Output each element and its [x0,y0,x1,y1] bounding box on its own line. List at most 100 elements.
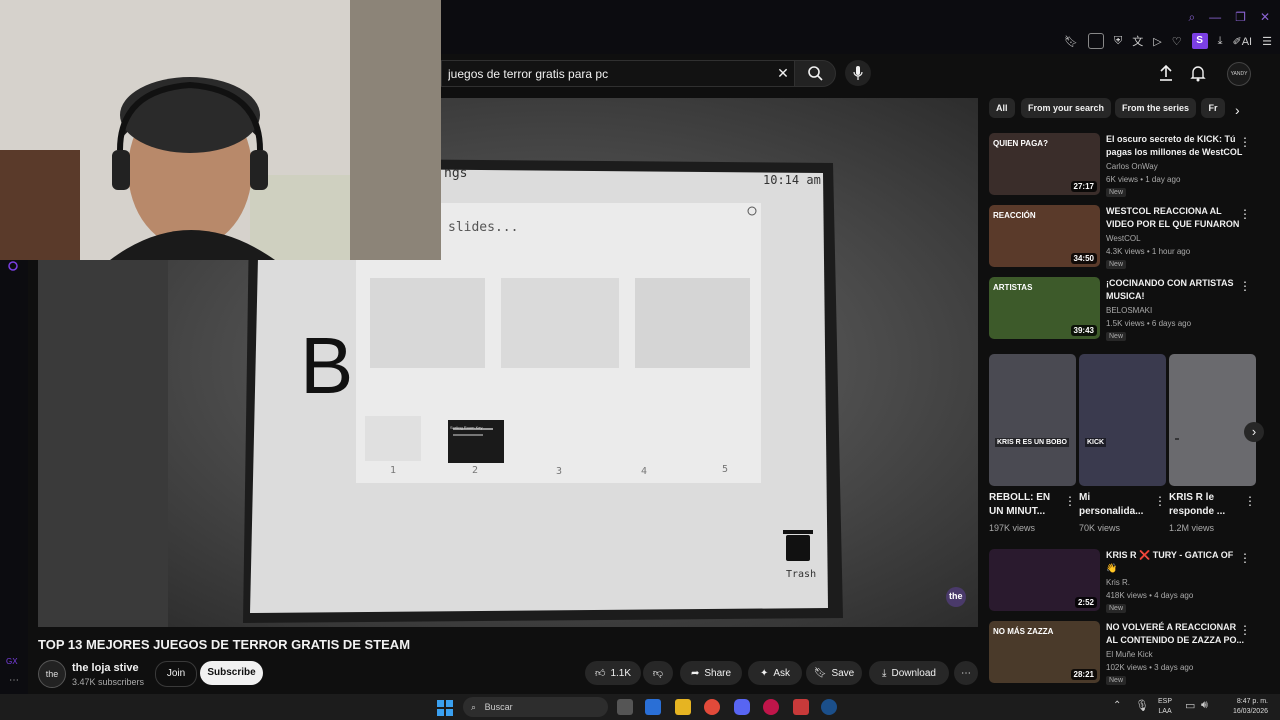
download-icon[interactable]: ⤓ [1218,35,1223,48]
more-icon[interactable]: ⋮ [1239,135,1251,149]
video-title[interactable]: El oscuro secreto de KICK: Tú pagas los … [1106,133,1244,159]
short-item[interactable]: KRIS R ES UN BOBO REBOLL: EN UN MINUT...… [989,354,1076,533]
shorts-next-button[interactable]: › [1244,422,1264,442]
heart-icon[interactable]: ♡ [1172,35,1182,48]
more-icon[interactable]: ⋮ [1239,551,1251,565]
join-button[interactable]: Join [155,661,197,687]
ask-label: Ask [773,667,791,679]
channel-name[interactable]: Carlos OnWay [1106,162,1158,171]
video-title[interactable]: KRIS R ❌ TURY - GATICA OF 👋 [1106,549,1244,575]
volume-icon[interactable]: 🔊︎ [1201,699,1208,712]
more-icon[interactable]: ⋮ [1239,623,1251,637]
search-input[interactable] [446,65,770,83]
channel-name[interactable]: Kris R. [1106,578,1130,587]
chrome-icon[interactable] [704,699,720,715]
video-title[interactable]: ¡COCINANDO CON ARTISTAS MUSICA! [1106,277,1244,303]
settings-icon[interactable] [7,260,19,272]
short-thumbnail[interactable]: KICK [1079,354,1166,486]
more-icon[interactable]: ⋮ [1154,494,1166,508]
thumbnail-text: NO MÁS ZAZZA [993,627,1054,636]
video-title[interactable]: WESTCOL REACCIONA AL VIDEO POR EL QUE FU… [1106,205,1244,231]
folder-icon[interactable] [675,699,691,715]
taskbar-search[interactable]: ⌕ Buscar [463,697,608,717]
network-icon[interactable]: ▭ [1185,699,1195,712]
recommendation-item[interactable]: QUIEN PAGA? 27:17 El oscuro secreto de K… [989,133,1269,197]
more-icon[interactable]: ⋮ [1239,207,1251,221]
discord-icon[interactable] [734,699,750,715]
chip-all[interactable]: All [989,98,1015,118]
menu-icon[interactable]: ☰ [1262,35,1272,48]
short-thumbnail[interactable] [1169,354,1256,486]
windows-start-icon[interactable] [437,700,453,716]
close-icon[interactable]: ✕ [1260,10,1270,25]
clock[interactable]: 8:47 p. m. 16/03/2026 [1222,697,1268,717]
more-icon[interactable]: ⋯ [9,675,19,686]
recommendation-item[interactable]: ARTISTAS 39:43 ¡COCINANDO CON ARTISTAS M… [989,277,1269,341]
minimize-icon[interactable]: — [1209,10,1221,25]
short-item[interactable]: KRIS R le responde ... 1.2M views ⋮ [1169,354,1256,533]
more-icon[interactable]: ⋮ [1064,494,1076,508]
opera-gx-icon[interactable] [763,699,779,715]
taskbar: ⌕ Buscar ⌃ 🎙︎ ESP LAA ▭ 🔊︎ 8:47 p. m. 16… [0,694,1280,720]
chip-from-the-series[interactable]: From the series [1115,98,1197,118]
video-thumbnail[interactable]: QUIEN PAGA? 27:17 [989,133,1100,195]
channel-name[interactable]: the loja stive [72,662,139,674]
shield-icon[interactable]: ⛨ [1114,35,1122,48]
video-duration: 27:17 [1070,181,1097,192]
create-button[interactable] [1155,62,1177,84]
download-button[interactable]: ⤓ Download [869,661,949,685]
channel-name[interactable]: El Muñe Kick [1106,650,1153,659]
more-actions-button[interactable]: ⋯ [954,661,978,685]
recommendation-item[interactable]: REACCIÓN 34:50 WESTCOL REACCIONA AL VIDE… [989,205,1269,269]
tray-chevron-icon[interactable]: ⌃ [1113,700,1121,711]
short-thumbnail[interactable]: KRIS R ES UN BOBO [989,354,1076,486]
notifications-button[interactable] [1187,62,1209,84]
channel-name[interactable]: BELOSMAKI [1106,306,1152,315]
maximize-icon[interactable]: ❐ [1235,10,1246,25]
voice-search-button[interactable] [845,60,871,86]
play-icon[interactable]: ▷ [1153,35,1161,48]
chevron-right-icon[interactable]: › [1235,102,1240,118]
more-icon[interactable]: ⋮ [1244,494,1256,508]
dislike-button[interactable]: 👎︎ [643,661,673,685]
recommendation-item[interactable]: NO MÁS ZAZZA 28:21 NO VOLVERÉ A REACCION… [989,621,1269,685]
video-title[interactable]: NO VOLVERÉ A REACCIONAR AL CONTENIDO DE … [1106,621,1244,647]
short-title[interactable]: Mi personalida... [1079,491,1151,519]
language-indicator[interactable]: ESP LAA [1158,697,1172,717]
recommendation-item[interactable]: 2:52 KRIS R ❌ TURY - GATICA OF 👋 Kris R.… [989,549,1269,613]
search-icon[interactable]: ⌕ [1188,10,1195,25]
steam-icon[interactable] [821,699,837,715]
screenshot-icon[interactable] [1088,33,1105,49]
ai-button[interactable]: ✐AI [1233,35,1253,48]
search-button[interactable] [794,60,836,87]
video-thumbnail[interactable]: ARTISTAS 39:43 [989,277,1100,339]
profile-extension-icon[interactable]: S [1191,33,1208,49]
account-avatar[interactable]: YANDY [1227,62,1251,86]
share-button[interactable]: ➦ Share [680,661,742,685]
search-icon [808,66,823,81]
like-button[interactable]: 👍︎ 1.1K [585,661,641,685]
task-view-icon[interactable] [617,699,633,715]
app-icon[interactable] [793,699,809,715]
clear-search-icon[interactable]: ✕ [775,65,791,81]
microphone-icon[interactable]: 🎙︎ [1135,699,1149,712]
save-button[interactable]: 🔖︎ Save [806,661,862,685]
video-thumbnail[interactable]: REACCIÓN 34:50 [989,205,1100,267]
more-icon[interactable]: ⋮ [1239,279,1251,293]
store-icon[interactable] [645,699,661,715]
subscribe-button[interactable]: Subscribe [200,661,263,685]
channel-watermark[interactable]: the [949,591,963,601]
chip-more[interactable]: Fr [1201,98,1225,118]
short-item[interactable]: KICK Mi personalida... 70K views ⋮ [1079,354,1166,533]
short-title[interactable]: REBOLL: EN UN MINUT... [989,491,1061,519]
translate-icon[interactable]: 文 [1132,33,1143,49]
ask-button[interactable]: ✦ Ask [748,661,802,685]
bookmark-icon[interactable]: 🔖︎ [1064,35,1078,48]
video-thumbnail[interactable]: 2:52 [989,549,1100,611]
video-thumbnail[interactable]: NO MÁS ZAZZA 28:21 [989,621,1100,683]
short-title[interactable]: KRIS R le responde ... [1169,491,1241,519]
chip-from-your-search[interactable]: From your search [1021,98,1112,118]
search-box[interactable]: ✕ [441,60,795,87]
channel-avatar[interactable]: the [38,660,66,688]
channel-name[interactable]: WestCOL [1106,234,1141,243]
